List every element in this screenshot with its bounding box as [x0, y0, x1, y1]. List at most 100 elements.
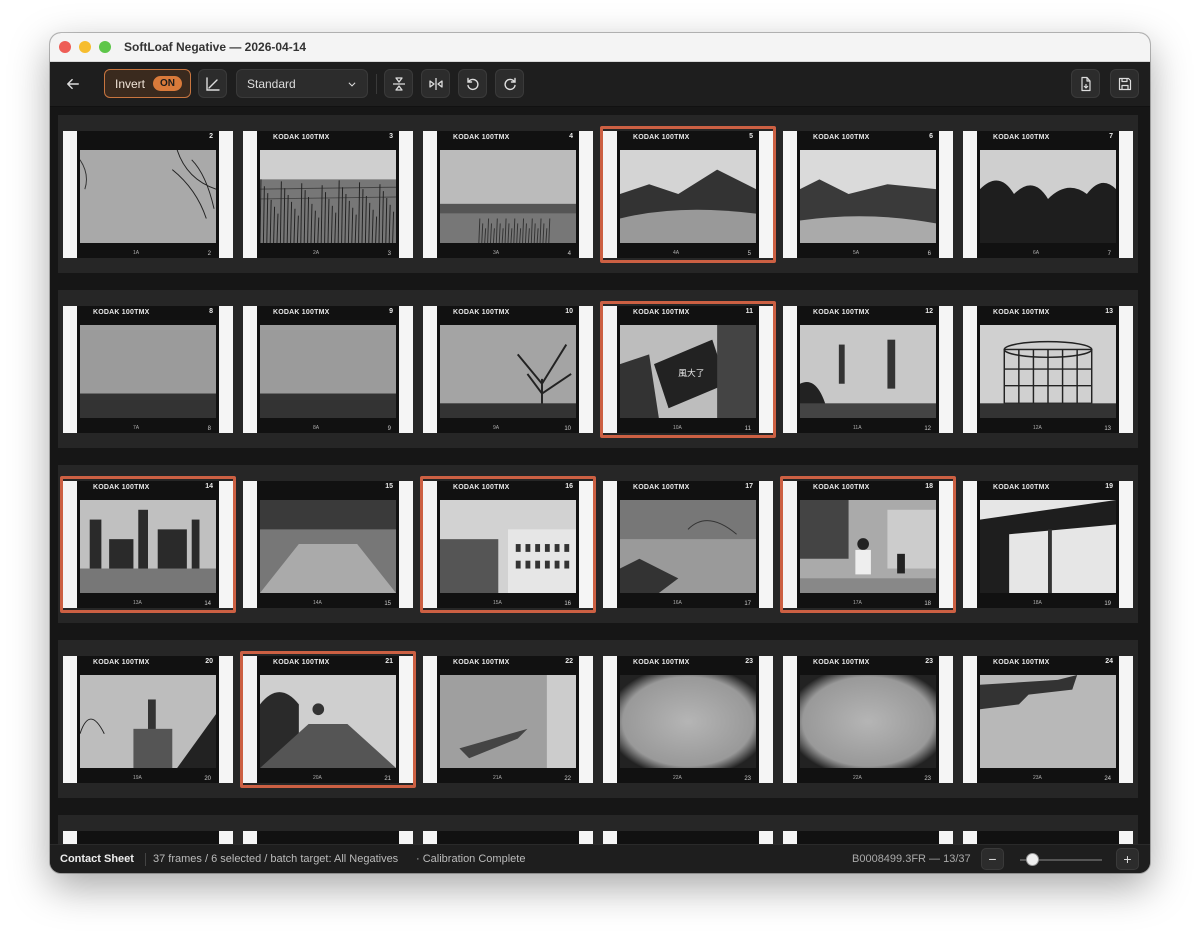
film-strip: 2 1A 2 KODAK 100TMX 3 2A 3 KODAK 100TMX 4 3A 4 KODA…: [58, 115, 1138, 273]
frame-thumbnail[interactable]: KODAK 100TMX 13 12A 13: [963, 306, 1133, 433]
frame-thumbnail[interactable]: KODAK 100TMX 19 18A 19: [963, 481, 1133, 608]
frame-sub-number: 22A: [673, 775, 682, 781]
frame-number: 5: [749, 133, 753, 140]
film-edge-label: KODAK 100TMX: [93, 659, 150, 666]
frame-thumbnail[interactable]: KODAK 100TMX 5 4A 5: [600, 126, 776, 263]
frame-thumbnail[interactable]: KODAK 100TMX 10 9A 10: [423, 306, 593, 433]
app-window: SoftLoaf Negative — 2026-04-14 Invert ON…: [50, 33, 1150, 873]
frame-thumbnail[interactable]: KODAK 100TMX 17 16A 17: [603, 481, 773, 608]
film-edge-label: KODAK 100TMX: [993, 309, 1050, 316]
frame-thumbnail[interactable]: KODAK 100TMX 23 22A 23: [603, 656, 773, 783]
frame-number: 2: [209, 133, 213, 140]
frame-photo: [980, 500, 1116, 593]
close-window-button[interactable]: [59, 41, 71, 53]
frame-thumbnail[interactable]: KODAK 100TMX 8 7A 8: [63, 306, 233, 433]
frame-number: 4: [569, 133, 573, 140]
view-name: Contact Sheet: [60, 853, 134, 865]
frame-sub-number: 21A: [493, 775, 502, 781]
flip-horizontal-button[interactable]: [421, 69, 450, 98]
frame-thumbnail[interactable]: KODAK 100TMX 7 6A 7: [963, 131, 1133, 258]
frame-number: 15: [385, 483, 393, 490]
frame-thumbnail[interactable]: KODAK 100TMX 24 23A 24: [963, 656, 1133, 783]
flip-vertical-icon: [392, 76, 405, 91]
flip-vertical-button[interactable]: [384, 69, 413, 98]
frame-thumbnail[interactable]: KODAK 100TMX 3 2A 3: [243, 131, 413, 258]
frame-photo: [440, 675, 576, 768]
film-edge-label: KODAK 100TMX: [633, 309, 690, 316]
frame-thumbnail[interactable]: KODAK 100TMX 14 13A 14: [60, 476, 236, 613]
film-edge-label: KODAK 100TMX: [813, 309, 870, 316]
frame-photo: [620, 675, 756, 768]
frame-sub-number: 22A: [853, 775, 862, 781]
frame-edge-number: 10: [564, 426, 571, 432]
rotate-ccw-icon: [466, 77, 479, 90]
frame-photo: [80, 675, 216, 768]
frame-sub-number: 8A: [313, 425, 320, 431]
film-edge-label: KODAK 100TMX: [273, 659, 330, 666]
export-button[interactable]: [1071, 69, 1100, 98]
frame-thumbnail[interactable]: KODAK 100TMX 12 11A 12: [783, 306, 953, 433]
zoom-out-button[interactable]: −: [981, 848, 1004, 870]
frame-thumbnail[interactable]: 15 14A 15: [243, 481, 413, 608]
frame-number: 19: [1105, 483, 1113, 490]
zoom-in-button[interactable]: +: [1116, 848, 1139, 870]
calibration-status: · Calibration Complete: [416, 853, 526, 865]
frame-number: 23: [745, 658, 753, 665]
film-edge-label: KODAK 100TMX: [453, 134, 510, 141]
film-edge-label: KODAK 100TMX: [93, 484, 150, 491]
frame-sub-number: 6A: [1033, 250, 1040, 256]
frame-thumbnail[interactable]: KODAK 100TMX 20 19A 20: [63, 656, 233, 783]
current-file: B0008499.3FR — 13/37: [852, 853, 971, 865]
frame-sub-number: 1A: [133, 250, 140, 256]
curves-button[interactable]: [198, 69, 227, 98]
frame-thumbnail[interactable]: KODAK 100TMX 6 5A 6: [783, 131, 953, 258]
film-edge-label: KODAK 100TMX: [633, 484, 690, 491]
frame-thumbnail[interactable]: 風大了 KODAK 100TMX 11 10A 11: [600, 301, 776, 438]
curve-graph-icon: [205, 76, 220, 91]
film-edge-label: KODAK 100TMX: [993, 484, 1050, 491]
frame-thumbnail[interactable]: KODAK 100TMX 22 21A 22: [423, 656, 593, 783]
zoom-window-button[interactable]: [99, 41, 111, 53]
frame-number: 17: [745, 483, 753, 490]
film-strip: KODAK 100TMX 20 19A 20 KODAK 100TMX 21 20A 21 KO…: [58, 640, 1138, 798]
frame-thumbnail[interactable]: KODAK 100TMX 18 17A 18: [780, 476, 956, 613]
frame-photo: [980, 675, 1116, 768]
frame-sub-number: 15A: [493, 600, 502, 606]
film-edge-label: KODAK 100TMX: [273, 134, 330, 141]
frame-sub-number: 19A: [133, 775, 142, 781]
frame-sub-number: 23A: [1033, 775, 1042, 781]
profile-select[interactable]: Standard: [236, 69, 368, 98]
frame-edge-number: 14: [204, 601, 211, 607]
frame-photo: [260, 150, 396, 243]
minimize-window-button[interactable]: [79, 41, 91, 53]
frame-number: 20: [205, 658, 213, 665]
frame-number: 18: [925, 483, 933, 490]
frame-sub-number: 20A: [313, 775, 322, 781]
film-edge-label: KODAK 100TMX: [813, 484, 870, 491]
frame-thumbnail[interactable]: KODAK 100TMX 21 20A 21: [240, 651, 416, 788]
frame-edge-number: 19: [1104, 601, 1111, 607]
frame-sub-number: 11A: [853, 425, 862, 431]
frame-number: 11: [745, 308, 753, 315]
frame-thumbnail[interactable]: KODAK 100TMX 4 3A 4: [423, 131, 593, 258]
frame-edge-number: 8: [207, 426, 211, 432]
save-button[interactable]: [1110, 69, 1139, 98]
zoom-slider-handle[interactable]: [1026, 853, 1040, 866]
frame-number: 3: [389, 133, 393, 140]
frame-photo: [440, 500, 576, 593]
chevron-down-icon: [348, 81, 356, 87]
plus-icon: +: [1123, 851, 1132, 867]
frame-sub-number: 17A: [853, 600, 862, 606]
frame-thumbnail[interactable]: KODAK 100TMX 9 8A 9: [243, 306, 413, 433]
frame-thumbnail[interactable]: KODAK 100TMX 23 22A 23: [783, 656, 953, 783]
rotate-left-button[interactable]: [458, 69, 487, 98]
rotate-right-button[interactable]: [495, 69, 524, 98]
frame-number: 12: [925, 308, 933, 315]
back-button[interactable]: [62, 73, 84, 95]
frame-thumbnail[interactable]: 2 1A 2: [63, 131, 233, 258]
arrow-left-icon: [67, 78, 79, 90]
frame-thumbnail[interactable]: KODAK 100TMX 16 15A 16: [420, 476, 596, 613]
frame-number: 24: [1105, 658, 1113, 665]
frame-photo: [980, 325, 1116, 418]
invert-toggle[interactable]: Invert ON: [104, 69, 191, 98]
